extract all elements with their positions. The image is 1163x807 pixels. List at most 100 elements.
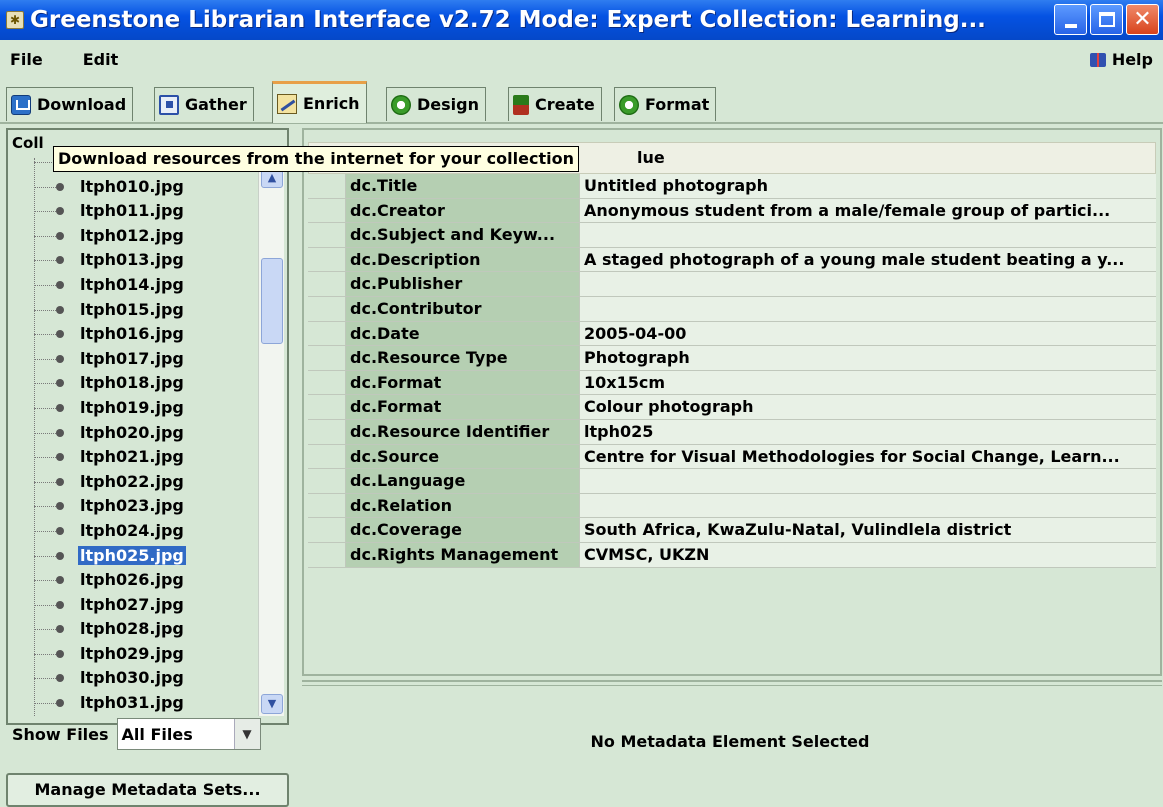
metadata-value-cell[interactable] bbox=[580, 223, 1156, 248]
file-tree-item[interactable]: ltph015.jpg bbox=[12, 298, 256, 323]
file-tree-item[interactable]: ltph024.jpg bbox=[12, 519, 256, 544]
metadata-row[interactable]: dc.Resource Identifier ltph025 bbox=[308, 419, 1156, 445]
file-tree-item[interactable]: ltph019.jpg bbox=[12, 396, 256, 421]
file-tree-item[interactable]: ltph020.jpg bbox=[12, 421, 256, 446]
metadata-element-cell[interactable]: dc.Rights Management bbox=[346, 542, 580, 568]
metadata-row[interactable]: dc.Subject and Keyw... bbox=[308, 223, 1156, 248]
file-tree-item[interactable]: ltph030.jpg bbox=[12, 666, 256, 691]
metadata-element-cell[interactable]: dc.Format bbox=[346, 370, 580, 396]
file-tree-item[interactable]: ltph016.jpg bbox=[12, 322, 256, 347]
scroll-down-button[interactable]: ▼ bbox=[261, 694, 283, 714]
metadata-element-cell[interactable]: dc.Description bbox=[346, 247, 580, 273]
metadata-row[interactable]: dc.Rights Management CVMSC, UKZN bbox=[308, 542, 1156, 568]
metadata-value-cell[interactable]: Centre for Visual Methodologies for Soci… bbox=[580, 444, 1156, 470]
metadata-value-cell[interactable]: Anonymous student from a male/female gro… bbox=[580, 198, 1156, 224]
metadata-element-cell[interactable]: dc.Contributor bbox=[346, 296, 580, 322]
manage-metadata-sets-button[interactable]: Manage Metadata Sets... bbox=[6, 773, 289, 807]
metadata-row[interactable]: dc.Relation bbox=[308, 493, 1156, 519]
metadata-value-cell[interactable] bbox=[580, 272, 1156, 297]
file-tree-item[interactable]: ltph013.jpg bbox=[12, 248, 256, 273]
show-files-value: All Files bbox=[121, 724, 193, 744]
metadata-value-cell[interactable] bbox=[580, 493, 1156, 519]
file-node-icon bbox=[56, 699, 64, 708]
file-tree-item[interactable]: ltph018.jpg bbox=[12, 371, 256, 396]
file-tree-item[interactable]: ltph021.jpg bbox=[12, 445, 256, 470]
file-tree-item[interactable]: ltph010.jpg bbox=[12, 175, 256, 200]
metadata-element-cell[interactable]: dc.Date bbox=[346, 321, 580, 347]
greenstone-app-icon[interactable]: ✱ bbox=[6, 11, 24, 29]
metadata-element-cell[interactable]: dc.Format bbox=[346, 395, 580, 420]
metadata-row[interactable]: dc.Format Colour photograph bbox=[308, 395, 1156, 420]
metadata-row[interactable]: dc.Description A staged photograph of a y… bbox=[308, 247, 1156, 273]
file-node-icon bbox=[56, 182, 64, 191]
show-files-select[interactable]: All Files ▼ bbox=[116, 718, 261, 750]
metadata-value-cell[interactable]: Colour photograph bbox=[580, 395, 1156, 420]
tab-download[interactable]: Download bbox=[6, 87, 134, 121]
window-title: Greenstone Librarian Interface v2.72 Mod… bbox=[30, 7, 986, 33]
menu-edit[interactable]: Edit bbox=[83, 50, 119, 69]
file-node-icon bbox=[56, 453, 64, 462]
split-pane-divider[interactable] bbox=[302, 680, 1162, 686]
metadata-row[interactable]: dc.Format 10x15cm bbox=[308, 370, 1156, 396]
file-tree-item[interactable]: ltph025.jpg bbox=[12, 544, 256, 569]
metadata-row[interactable]: dc.Resource Type Photograph bbox=[308, 346, 1156, 371]
metadata-element-cell[interactable]: dc.Publisher bbox=[346, 272, 580, 297]
metadata-value-cell[interactable]: Untitled photograph bbox=[580, 174, 1156, 199]
metadata-row[interactable]: dc.Source Centre for Visual Methodologies… bbox=[308, 444, 1156, 470]
file-tree-item[interactable]: ltph031.jpg bbox=[12, 691, 256, 716]
metadata-element-cell[interactable]: dc.Title bbox=[346, 174, 580, 199]
metadata-value-cell[interactable]: South Africa, KwaZulu-Natal, Vulindlela … bbox=[580, 518, 1156, 543]
metadata-element-cell[interactable]: dc.Resource Identifier bbox=[346, 419, 580, 445]
metadata-value-cell[interactable] bbox=[580, 469, 1156, 494]
tab-enrich[interactable]: Enrich bbox=[272, 81, 367, 123]
file-tree-item[interactable]: ltph023.jpg bbox=[12, 494, 256, 519]
metadata-element-cell[interactable]: dc.Source bbox=[346, 444, 580, 470]
minimize-button[interactable] bbox=[1054, 4, 1087, 35]
close-button[interactable]: ✕ bbox=[1126, 4, 1159, 35]
metadata-row[interactable]: dc.Date 2005-04-00 bbox=[308, 321, 1156, 347]
tab-gather[interactable]: Gather bbox=[154, 87, 254, 121]
file-tree-item[interactable]: ltph027.jpg bbox=[12, 593, 256, 618]
file-tree-item[interactable]: ltph014.jpg bbox=[12, 273, 256, 298]
tab-create[interactable]: Create bbox=[508, 87, 602, 121]
metadata-value-cell[interactable] bbox=[580, 296, 1156, 322]
tree-scrollbar[interactable]: ▲ ▼ bbox=[258, 166, 284, 716]
metadata-value-cell[interactable]: 10x15cm bbox=[580, 370, 1156, 396]
menu-help[interactable]: Help bbox=[1089, 50, 1153, 69]
metadata-element-cell[interactable]: dc.Resource Type bbox=[346, 346, 580, 371]
metadata-element-cell[interactable]: dc.Relation bbox=[346, 493, 580, 519]
metadata-value-cell[interactable]: CVMSC, UKZN bbox=[580, 542, 1156, 568]
maximize-button[interactable] bbox=[1090, 4, 1123, 35]
metadata-element-cell[interactable]: dc.Subject and Keyw... bbox=[346, 223, 580, 248]
metadata-value-cell[interactable]: Photograph bbox=[580, 346, 1156, 371]
tab-design[interactable]: Design bbox=[386, 87, 486, 121]
file-tree-item[interactable]: ltph029.jpg bbox=[12, 642, 256, 667]
metadata-row[interactable]: dc.Title Untitled photograph bbox=[308, 174, 1156, 199]
metadata-row[interactable]: dc.Contributor bbox=[308, 296, 1156, 322]
metadata-value-cell[interactable]: ltph025 bbox=[580, 419, 1156, 445]
tab-design-label: Design bbox=[417, 95, 479, 114]
metadata-element-cell[interactable]: dc.Creator bbox=[346, 198, 580, 224]
file-tree-item[interactable]: ltph012.jpg bbox=[12, 224, 256, 249]
file-tree-item[interactable]: ltph017.jpg bbox=[12, 347, 256, 372]
metadata-value-cell[interactable]: A staged photograph of a young male stud… bbox=[580, 247, 1156, 273]
metadata-row[interactable]: dc.Coverage South Africa, KwaZulu-Natal, … bbox=[308, 518, 1156, 543]
file-tree-item[interactable]: ltph028.jpg bbox=[12, 617, 256, 642]
metadata-element-cell[interactable]: dc.Language bbox=[346, 469, 580, 494]
metadata-value-cell[interactable]: 2005-04-00 bbox=[580, 321, 1156, 347]
file-tree-item[interactable]: ltph011.jpg bbox=[12, 199, 256, 224]
tab-format[interactable]: Format bbox=[614, 87, 717, 121]
chevron-down-icon[interactable]: ▼ bbox=[233, 719, 260, 749]
file-name: ltph013.jpg bbox=[80, 250, 184, 270]
metadata-row[interactable]: dc.Creator Anonymous student from a male/… bbox=[308, 198, 1156, 224]
value-column-header[interactable]: lue bbox=[637, 148, 665, 167]
file-tree-item[interactable]: ltph026.jpg bbox=[12, 568, 256, 593]
metadata-element-cell[interactable]: dc.Coverage bbox=[346, 518, 580, 543]
file-tree-item[interactable]: ltph022.jpg bbox=[12, 470, 256, 495]
collection-tree[interactable]: ltph009.jpgltph010.jpgltph011.jpgltph012… bbox=[12, 158, 256, 716]
metadata-row[interactable]: dc.Publisher bbox=[308, 272, 1156, 297]
scroll-thumb[interactable] bbox=[261, 258, 283, 344]
menu-help-label: Help bbox=[1111, 50, 1153, 69]
menu-file[interactable]: File bbox=[10, 50, 43, 69]
metadata-row[interactable]: dc.Language bbox=[308, 469, 1156, 494]
